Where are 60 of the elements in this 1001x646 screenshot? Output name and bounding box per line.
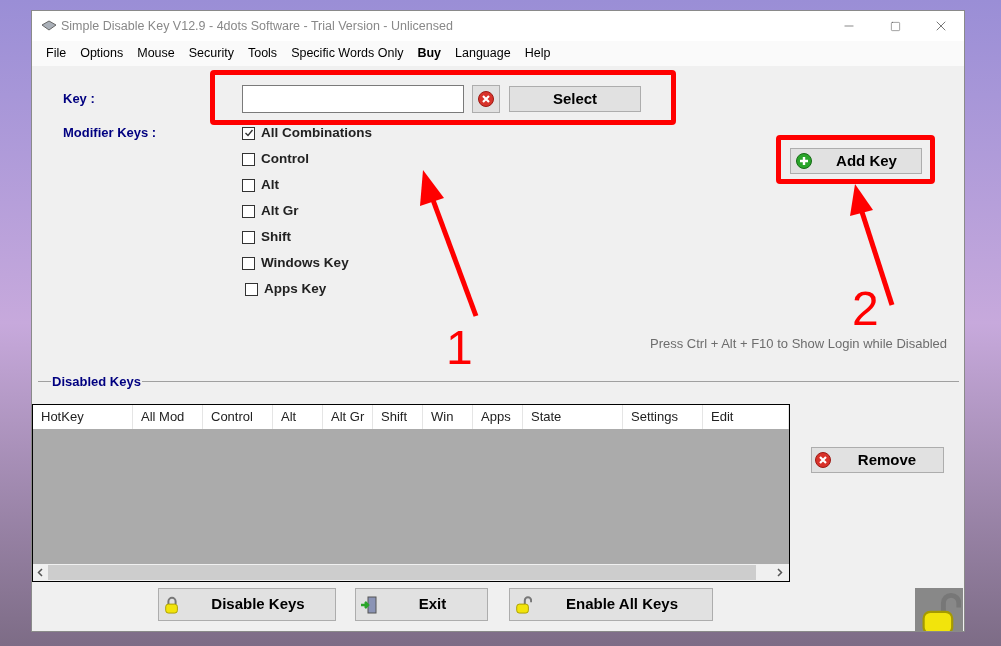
checkbox[interactable]: [242, 204, 255, 218]
column-header[interactable]: State: [523, 405, 623, 429]
menu-item[interactable]: File: [39, 44, 74, 63]
column-header[interactable]: Control: [203, 405, 273, 429]
remove-icon: [815, 452, 831, 468]
menu-item[interactable]: Buy: [410, 44, 449, 63]
menu-item[interactable]: Specific Words Only: [284, 44, 411, 63]
remove-button[interactable]: Remove: [811, 447, 944, 473]
checkbox[interactable]: [242, 126, 255, 140]
checkbox[interactable]: [242, 152, 255, 166]
menu-item[interactable]: Options: [73, 44, 131, 63]
key-label: Key :: [62, 90, 96, 109]
clear-icon: [478, 91, 494, 107]
group-title: Disabled Keys: [51, 372, 142, 391]
unlock-icon: [514, 595, 532, 614]
column-header[interactable]: HotKey: [33, 405, 133, 429]
menu-item[interactable]: Tools: [240, 44, 285, 63]
menu-item[interactable]: Help: [517, 44, 558, 63]
annotation-number: 2: [852, 283, 879, 335]
plus-icon: [796, 153, 812, 169]
checkbox[interactable]: [242, 178, 255, 192]
action-button[interactable]: Exit: [355, 588, 488, 621]
lock-icon: [163, 595, 181, 614]
column-header[interactable]: Win: [423, 405, 473, 429]
action-button[interactable]: Enable All Keys: [509, 588, 713, 621]
checkbox-label: Alt Gr: [261, 201, 299, 220]
checkbox-label: Control: [261, 149, 309, 168]
checkbox[interactable]: [245, 282, 258, 296]
door-arrow-icon: [360, 595, 378, 614]
checkbox-label: Windows Key: [261, 253, 349, 272]
column-header[interactable]: Shift: [373, 405, 423, 429]
checkbox[interactable]: [242, 256, 255, 270]
modifier-keys-label: Modifier Keys :: [62, 124, 158, 142]
window-title: Simple Disable Key V12.9 - 4dots Software - Trial Version - Unlicensed: [61, 17, 453, 35]
scrollbar-thumb[interactable]: [48, 565, 756, 580]
keyboard-icon: [41, 20, 57, 32]
select-button[interactable]: Select: [509, 86, 641, 112]
checkbox-label: Apps Key: [264, 279, 327, 298]
annotation-number: 1: [446, 322, 473, 374]
checkbox[interactable]: [242, 230, 255, 244]
checkbox-label: All Combinations: [261, 123, 372, 142]
clear-button[interactable]: [472, 85, 500, 113]
column-header[interactable]: All Mod: [133, 405, 203, 429]
column-header[interactable]: Edit: [703, 405, 789, 429]
checkbox-label: Alt: [261, 175, 279, 194]
key-input-field[interactable]: [242, 85, 464, 113]
hint-text: Press Ctrl + Alt + F10 to Show Login while Disabled: [650, 335, 947, 353]
maximize-icon: [889, 20, 901, 32]
column-header[interactable]: Alt: [273, 405, 323, 429]
column-header[interactable]: Alt Gr: [323, 405, 373, 429]
menu-item[interactable]: Security: [181, 44, 241, 63]
lock-status-button[interactable]: [915, 588, 963, 631]
menu-item[interactable]: Language: [448, 44, 518, 63]
column-header[interactable]: Apps: [473, 405, 523, 429]
add-key-button[interactable]: Add Key: [790, 148, 922, 174]
checkbox-label: Shift: [261, 227, 291, 246]
action-button[interactable]: Disable Keys: [158, 588, 336, 621]
menu-item[interactable]: Mouse: [130, 44, 182, 63]
horizontal-scrollbar[interactable]: [33, 564, 789, 581]
column-header[interactable]: Settings: [623, 405, 703, 429]
